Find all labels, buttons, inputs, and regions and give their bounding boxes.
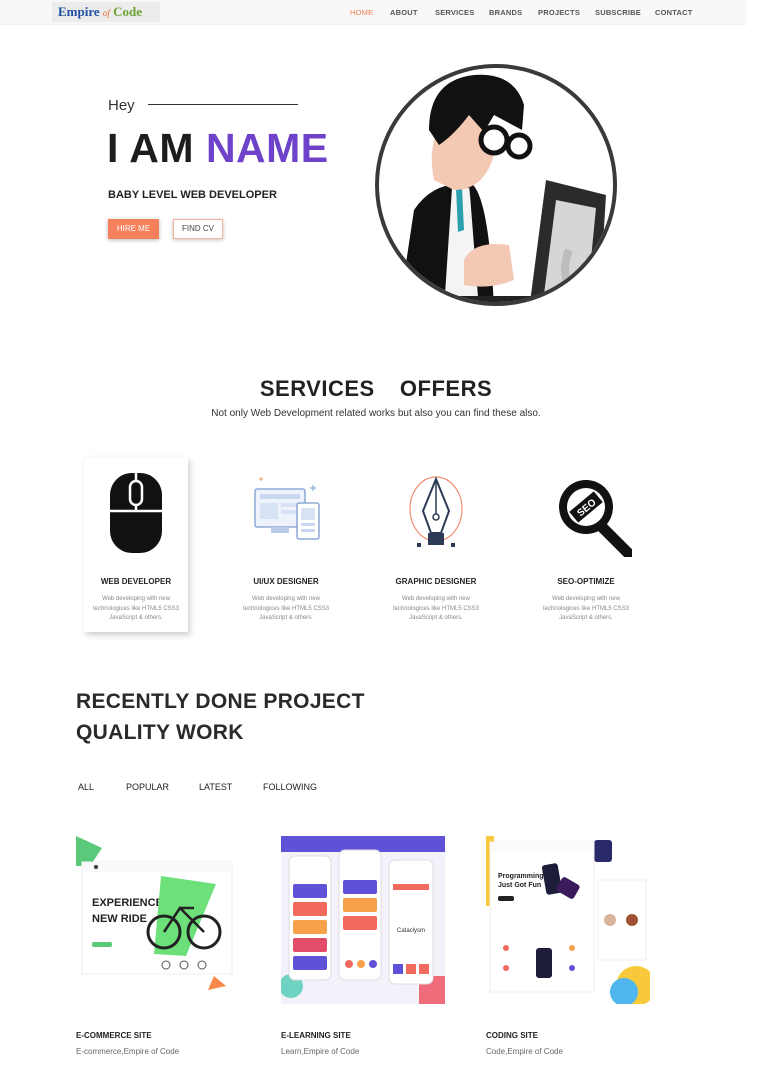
ecommerce-preview-image: EXPERIENCE NEW RIDE xyxy=(76,836,240,1004)
hero-title-name: NAME xyxy=(205,125,329,171)
thumb-text: Cataclysm xyxy=(397,928,425,934)
filter-following[interactable]: FOLLOWING xyxy=(263,782,317,792)
service-card-title: WEB DEVELOPER xyxy=(100,577,172,586)
nav-projects[interactable]: PROJECTS xyxy=(538,8,580,17)
elearning-preview-image: Cataclysm xyxy=(281,836,445,1004)
services-title: SERVICES OFFERS xyxy=(259,376,493,401)
thumb-text-line1: Programming xyxy=(498,873,544,880)
service-card-graphic-designer[interactable]: GRAPHIC DESIGNER Web developing with new… xyxy=(384,457,488,632)
projects-heading-line1: RECENTLY DONE PROJECT xyxy=(76,690,365,713)
thumb-text-line1: EXPERIENCE xyxy=(92,897,163,909)
filter-latest[interactable]: LATEST xyxy=(199,782,232,792)
project-title[interactable]: E-LEARNING SITE xyxy=(281,1031,351,1040)
service-card-title: GRAPHIC DESIGNER xyxy=(395,577,477,586)
greeting-divider xyxy=(148,104,298,105)
project-subtitle: Code,Empire of Code xyxy=(486,1047,563,1056)
service-card-desc: Web developing with new technologices li… xyxy=(242,596,330,621)
mouse-icon xyxy=(110,473,162,553)
nav-about[interactable]: ABOUT xyxy=(390,8,418,17)
seo-magnifier-icon: SEO xyxy=(559,480,632,557)
nav-subscribe[interactable]: SUBSCRIBE xyxy=(595,8,641,17)
service-card-seo-optimize[interactable]: SEO SEO-OPTIMIZE Web developing with new… xyxy=(534,457,638,632)
service-card-web-developer[interactable]: WEB DEVELOPER Web developing with new te… xyxy=(84,457,188,632)
hero-role: BABY LEVEL WEB DEVELOPER xyxy=(108,189,277,201)
service-card-desc: Web developing with new technologices li… xyxy=(542,596,630,621)
logo-word-empire: Empire xyxy=(58,4,100,19)
logo-word-of: of xyxy=(102,8,110,18)
project-thumb-coding[interactable]: Programming Just Got Fun xyxy=(486,836,650,1004)
service-card-uiux-designer[interactable]: UI/UX DESIGNER Web developing with new t… xyxy=(234,457,338,632)
hire-me-button[interactable]: HIRE ME xyxy=(108,219,159,239)
hero-greeting: Hey xyxy=(108,97,135,114)
services-subtitle: Not only Web Development related works b… xyxy=(211,408,541,419)
service-card-title: SEO-OPTIMIZE xyxy=(557,577,615,586)
hero-title: I AM NAME xyxy=(107,125,329,172)
find-cv-button[interactable]: FIND CV xyxy=(173,219,223,239)
project-title[interactable]: E-COMMERCE SITE xyxy=(76,1031,152,1040)
devices-icon xyxy=(254,477,320,540)
service-card-desc: Web developing with new technologices li… xyxy=(92,596,180,621)
nav-contact[interactable]: CONTACT xyxy=(655,8,693,17)
nav-brands[interactable]: BRANDS xyxy=(489,8,522,17)
projects-heading-line2: QUALITY WORK xyxy=(76,721,244,744)
service-card-desc: Web developing with new technologices li… xyxy=(392,596,480,621)
nav-home[interactable]: HOME xyxy=(350,8,373,17)
pen-tool-icon xyxy=(409,476,463,547)
filter-popular[interactable]: POPULAR xyxy=(126,782,169,792)
logo-word-code: Code xyxy=(113,4,143,19)
project-subtitle: Learn,Empire of Code xyxy=(281,1047,360,1056)
filter-all[interactable]: ALL xyxy=(78,782,94,792)
site-logo[interactable]: Empire of Code xyxy=(52,2,160,22)
project-subtitle: E-commerce,Empire of Code xyxy=(76,1047,180,1056)
service-card-title: UI/UX DESIGNER xyxy=(253,577,319,586)
hero-title-prefix: I AM xyxy=(107,125,195,171)
project-thumb-elearning[interactable]: Cataclysm xyxy=(281,836,445,1004)
thumb-text-line2: NEW RIDE xyxy=(92,913,147,925)
thumb-text-line2: Just Got Fun xyxy=(498,882,541,889)
project-thumb-ecommerce[interactable]: EXPERIENCE NEW RIDE xyxy=(76,836,240,1004)
project-title[interactable]: CODING SITE xyxy=(486,1031,538,1040)
developer-avatar xyxy=(375,64,617,306)
nav-services[interactable]: SERVICES xyxy=(435,8,474,17)
top-navbar: Empire of Code HOME ABOUT SERVICES BRAND… xyxy=(0,0,746,25)
coding-preview-image: Programming Just Got Fun xyxy=(486,836,650,1004)
